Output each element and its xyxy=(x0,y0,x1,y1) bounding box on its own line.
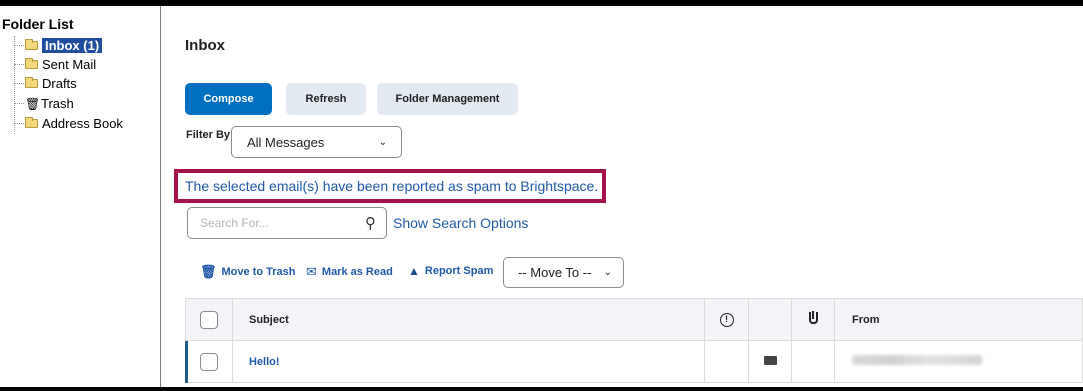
notice-text: The selected email(s) have been reported… xyxy=(185,178,599,194)
folder-list-panel: Folder List Inbox (1) Sent Mail Drafts 🗑… xyxy=(0,6,161,387)
folder-icon xyxy=(25,117,38,128)
spam-reported-notice: The selected email(s) have been reported… xyxy=(174,169,606,203)
folder-icon xyxy=(25,39,38,50)
unread-row-marker xyxy=(185,341,188,383)
subject-cell: Hello! xyxy=(232,340,705,383)
row-select-cell xyxy=(185,340,233,383)
show-search-options-link[interactable]: Show Search Options xyxy=(393,215,528,231)
folder-item-label: Drafts xyxy=(42,76,77,91)
folder-list-title: Folder List xyxy=(2,16,74,32)
mark-as-read-label: Mark as Read xyxy=(321,266,393,278)
filter-select-value: All Messages xyxy=(247,134,325,150)
report-spam-label: Report Spam xyxy=(424,265,494,277)
attachment-column-header[interactable] xyxy=(791,298,835,341)
attachment-cell xyxy=(791,340,835,383)
folder-item-drafts[interactable]: Drafts xyxy=(14,74,77,93)
folder-item-label: Inbox (1) xyxy=(42,38,103,53)
folder-item-trash[interactable]: 🗑 Trash xyxy=(14,94,74,113)
window-bottom-border xyxy=(0,387,1083,391)
folder-item-label: Address Book xyxy=(42,116,123,131)
search-icon[interactable]: ⚲ xyxy=(365,214,376,232)
envelope-icon xyxy=(763,355,777,365)
read-status-column-header xyxy=(748,298,792,341)
importance-cell xyxy=(704,340,749,383)
from-column-header[interactable]: From xyxy=(834,298,1083,341)
blurred-sender xyxy=(852,355,982,365)
mail-open-icon: ✉ xyxy=(306,264,317,279)
trash-icon: 🗑 xyxy=(25,96,41,111)
select-all-cell xyxy=(185,298,233,341)
folder-item-label: Trash xyxy=(41,96,74,111)
move-to-select[interactable]: -- Move To -- ⌄ xyxy=(503,257,624,288)
search-input[interactable] xyxy=(200,216,350,230)
move-to-trash-button[interactable]: 🗑 Move to Trash xyxy=(200,264,295,280)
row-checkbox[interactable] xyxy=(200,352,218,371)
folder-item-address-book[interactable]: Address Book xyxy=(14,114,123,133)
select-all-checkbox[interactable] xyxy=(200,310,218,329)
read-status-cell xyxy=(748,340,792,383)
folder-management-button[interactable]: Folder Management xyxy=(377,83,518,115)
move-to-trash-label: Move to Trash xyxy=(221,266,296,278)
table-row[interactable]: Hello! xyxy=(185,340,1083,383)
importance-icon: ! xyxy=(719,312,734,327)
chevron-down-icon: ⌄ xyxy=(603,267,612,278)
from-cell xyxy=(834,340,1083,383)
folder-item-inbox[interactable]: Inbox (1) xyxy=(14,36,103,55)
folder-icon xyxy=(25,58,38,69)
chevron-down-icon: ⌄ xyxy=(378,136,387,148)
refresh-button[interactable]: Refresh xyxy=(286,83,366,115)
page-title: Inbox xyxy=(185,37,225,54)
move-to-select-value: -- Move To -- xyxy=(518,265,592,280)
report-spam-button[interactable]: ▲ Report Spam xyxy=(408,264,493,278)
folder-item-label: Sent Mail xyxy=(42,57,97,72)
filter-by-label: Filter By: xyxy=(186,129,234,141)
window-top-border xyxy=(0,0,1083,6)
message-table: Subject ! From Hello! xyxy=(185,298,1083,383)
message-subject-link[interactable]: Hello! xyxy=(249,356,280,368)
search-box[interactable]: ⚲ xyxy=(187,207,387,239)
folder-item-sent-mail[interactable]: Sent Mail xyxy=(14,55,96,74)
mark-as-read-button[interactable]: ✉ Mark as Read xyxy=(306,264,393,280)
table-header-row: Subject ! From xyxy=(185,298,1083,341)
compose-button[interactable]: Compose xyxy=(185,83,272,115)
attachment-icon xyxy=(808,311,818,324)
importance-column-header[interactable]: ! xyxy=(704,298,749,341)
filter-select[interactable]: All Messages ⌄ xyxy=(231,126,402,158)
warning-icon: ▲ xyxy=(408,264,420,278)
folder-icon xyxy=(25,77,38,88)
trash-icon: 🗑 xyxy=(200,264,217,279)
subject-column-header[interactable]: Subject xyxy=(232,298,705,341)
